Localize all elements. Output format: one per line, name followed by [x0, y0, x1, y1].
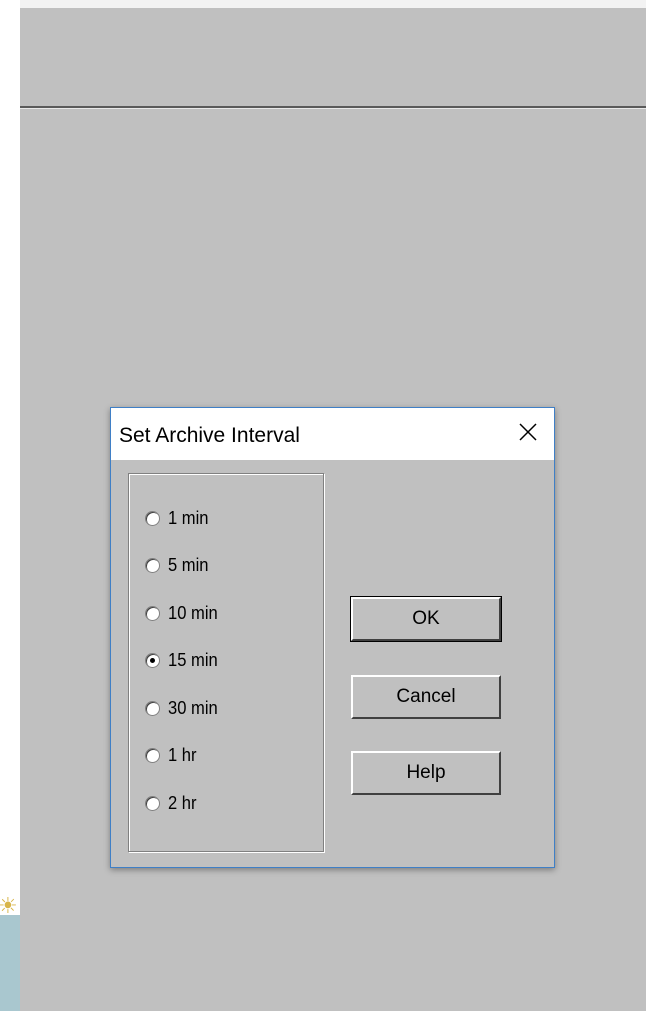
radio-option[interactable]: 5 min: [145, 553, 212, 579]
radio-option[interactable]: 1 hr: [145, 743, 199, 769]
radio-option-label: 1 min: [168, 507, 209, 528]
radio-button[interactable]: [145, 748, 160, 763]
radio-option-label: 10 min: [168, 602, 218, 623]
radio-button[interactable]: [145, 653, 160, 668]
radio-button[interactable]: [145, 700, 160, 716]
ok-button[interactable]: OK: [350, 596, 502, 642]
radio-option[interactable]: 2 hr: [145, 790, 199, 816]
desktop-star-icon: ☀: [0, 893, 18, 918]
radio-option-label: 15 min: [168, 650, 218, 670]
toolbar-separator-highlight: [20, 108, 646, 109]
window-top-edge: [20, 0, 646, 8]
radio-button[interactable]: [145, 795, 160, 811]
dialog-title: Set Archive Interval: [119, 424, 300, 447]
radio-option[interactable]: 1 min: [145, 505, 212, 531]
help-button[interactable]: Help: [351, 751, 501, 795]
desktop-strip: ☀: [0, 0, 20, 1011]
radio-button[interactable]: [145, 510, 160, 526]
set-archive-interval-dialog: Set Archive Interval OK Cancel Help 1 mi…: [110, 407, 555, 868]
dialog-titlebar[interactable]: Set Archive Interval: [111, 408, 554, 460]
radio-option-label: 1 hr: [168, 745, 197, 765]
cancel-button[interactable]: Cancel: [351, 675, 501, 719]
radio-option-label: 30 min: [168, 697, 218, 718]
dialog-close-icon[interactable]: [516, 420, 540, 444]
radio-button[interactable]: [145, 558, 160, 573]
radio-option[interactable]: 15 min: [145, 648, 222, 674]
radio-option-label: 5 min: [168, 555, 209, 575]
radio-option[interactable]: 30 min: [145, 695, 222, 721]
radio-option[interactable]: 10 min: [145, 600, 222, 626]
radio-option-label: 2 hr: [168, 792, 197, 813]
radio-button[interactable]: [145, 605, 160, 621]
desktop-background: [0, 915, 20, 1011]
